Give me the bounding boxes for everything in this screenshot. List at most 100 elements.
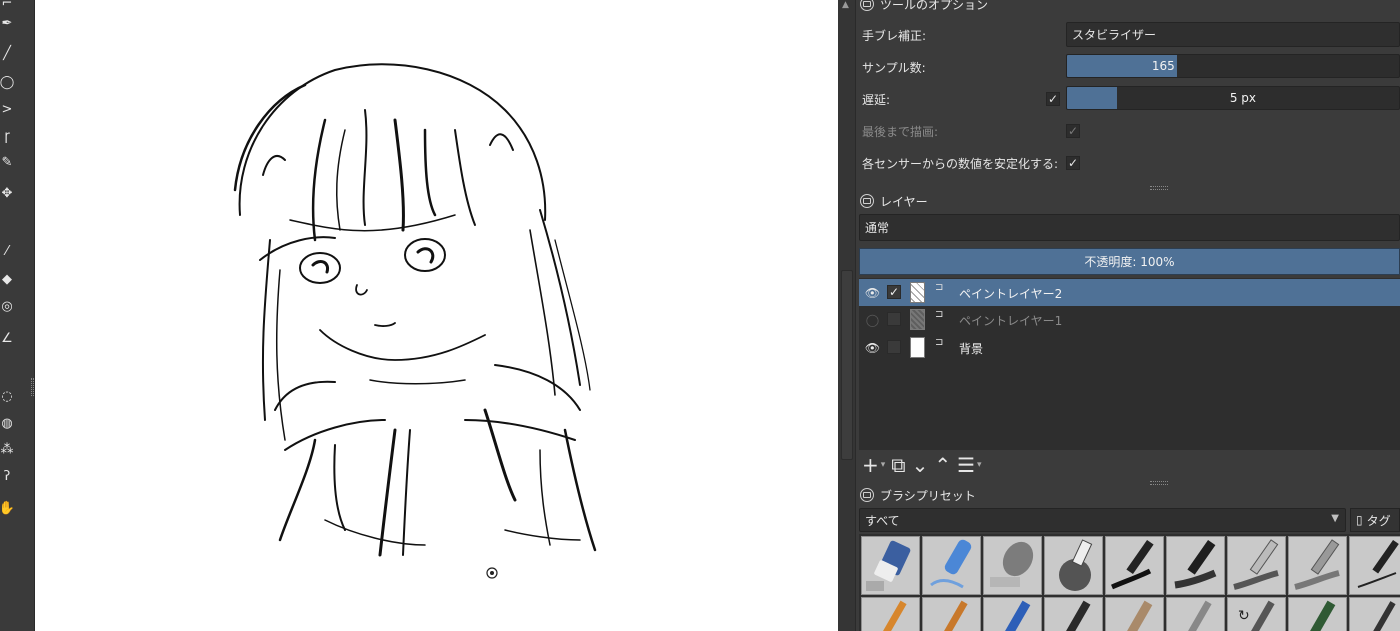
preset-filter-value: すべて — [865, 513, 900, 528]
layer-list: 👁 ✓ ⊐ ペイントレイヤー2 ◯ ⊐ ペイントレイヤー1 👁 ⊐ 背景 — [859, 278, 1400, 450]
paint-layer-type-icon: ⊐ — [935, 337, 944, 348]
preset-pen-silver-icon[interactable] — [1166, 597, 1225, 631]
tool-options-title: ツールのオプション — [860, 0, 988, 13]
tool-ellipse-icon[interactable]: ◯ — [0, 73, 14, 91]
scrollbar-thumb[interactable] — [841, 270, 853, 460]
preset-eraser-blur-icon[interactable] — [983, 536, 1042, 595]
opacity-slider[interactable]: 不透明度: 100% — [859, 248, 1400, 275]
tool-shape-icon[interactable]: ⌐ — [0, 0, 14, 12]
layer-checkbox[interactable] — [887, 340, 901, 354]
preset-marker-icon[interactable] — [1166, 536, 1225, 595]
add-layer-dropdown-icon[interactable]: ▾ — [881, 460, 886, 470]
tool-freehand-path-icon[interactable]: ✎ — [0, 153, 14, 171]
chevron-up-icon[interactable]: ⌃ — [934, 453, 951, 477]
preset-pencil-tan-icon[interactable] — [1105, 597, 1164, 631]
smoothing-combo[interactable]: スタビライザー — [1066, 22, 1400, 47]
layer-toolbar: + ▾ ⧉ ⌄ ⌃ ☰ ▾ — [862, 453, 982, 477]
layer-thumbnail — [910, 282, 925, 303]
sample-label: サンプル数: — [862, 61, 926, 75]
chevron-down-icon[interactable]: ⌄ — [912, 453, 929, 477]
layer-checkbox[interactable]: ✓ — [887, 285, 901, 299]
tool-polyline-icon[interactable]: > — [0, 100, 14, 118]
layers-title: レイヤー — [860, 192, 928, 210]
preset-pencil-dark-icon[interactable] — [1044, 597, 1103, 631]
toolbox: ⌐ ✒ ╱ ◯ > ɼ ✎ ✥ ⁄ ◆ ◎ ∠ ◌ ◍ ⁂ ʔ ✋ — [0, 0, 35, 631]
delay-label: 遅延: — [862, 93, 891, 107]
layer-name[interactable]: ペイントレイヤー2 — [959, 285, 1062, 302]
blend-mode-combo[interactable]: 通常 — [859, 214, 1400, 241]
preset-airbrush-icon[interactable] — [1044, 536, 1103, 595]
lock-icon[interactable] — [860, 0, 874, 11]
tool-line-icon[interactable]: ╱ — [0, 44, 14, 62]
brush-presets-title-text: ブラシプリセット — [880, 488, 976, 503]
preset-pencil-green-icon[interactable] — [1288, 597, 1347, 631]
toolbox-resize-grip[interactable] — [31, 378, 34, 396]
tool-freehand-select-icon[interactable]: ◍ — [0, 414, 14, 432]
preset-ink-pen-icon[interactable] — [1105, 536, 1164, 595]
layer-row[interactable]: 👁 ⊐ 背景 — [859, 334, 1400, 361]
tool-move-icon[interactable]: ✥ — [0, 184, 14, 202]
sample-slider-value: 165 — [1151, 59, 1175, 73]
preset-brush-wood-icon[interactable] — [922, 597, 981, 631]
eye-icon[interactable]: 👁 — [865, 285, 880, 300]
layer-name[interactable]: 背景 — [959, 340, 983, 357]
brush-presets-grid: ↻ — [859, 534, 1400, 631]
opacity-value: 不透明度: 100% — [1084, 255, 1175, 269]
eye-icon[interactable]: ◯ — [865, 312, 880, 327]
layer-name[interactable]: ペイントレイヤー1 — [959, 312, 1062, 329]
preset-brush-orange-icon[interactable] — [861, 597, 920, 631]
tool-pen-icon[interactable]: ✒ — [0, 14, 14, 32]
layer-row[interactable]: 👁 ✓ ⊐ ペイントレイヤー2 — [859, 279, 1400, 306]
properties-dropdown-icon[interactable]: ▾ — [977, 460, 982, 470]
preset-pencil-soft-icon[interactable] — [1227, 536, 1286, 595]
preset-pencil-refresh-icon[interactable]: ↻ — [1227, 597, 1286, 631]
tool-options-title-text: ツールのオプション — [880, 0, 989, 12]
stabilize-label: 各センサーからの数値を安定化する: — [862, 157, 1059, 171]
blend-mode-value: 通常 — [865, 221, 890, 235]
paint-layer-type-icon: ⊐ — [935, 309, 944, 320]
tag-button[interactable]: ▯ タグ — [1350, 508, 1400, 532]
finish-label: 最後まで描画: — [862, 125, 939, 139]
dock-scrollbar[interactable]: ▲ — [838, 0, 856, 631]
svg-text:↻: ↻ — [1238, 608, 1250, 624]
scroll-up-arrow-icon[interactable]: ▲ — [842, 0, 849, 10]
chevron-down-icon: ▼ — [1331, 513, 1339, 524]
tool-ellipse-select-icon[interactable]: ◌ — [0, 387, 14, 405]
lock-icon[interactable] — [860, 488, 874, 502]
tool-options-resize-grip[interactable] — [1150, 186, 1168, 190]
layer-row[interactable]: ◯ ⊐ ペイントレイヤー1 — [859, 306, 1400, 333]
duplicate-icon[interactable]: ⧉ — [891, 453, 905, 477]
tool-eyedropper-icon[interactable]: ⁄ — [0, 242, 14, 260]
preset-eraser-icon[interactable] — [861, 536, 920, 595]
layers-resize-grip[interactable] — [1150, 481, 1168, 485]
tool-bezier-icon[interactable]: ɼ — [0, 127, 14, 145]
layers-title-text: レイヤー — [880, 194, 928, 209]
tool-magnetic-select-icon[interactable]: ʔ — [0, 467, 14, 485]
preset-pencil-blue-icon[interactable] — [983, 597, 1042, 631]
tool-similar-select-icon[interactable]: ⁂ — [0, 440, 14, 458]
tool-measure-icon[interactable]: ∠ — [0, 329, 14, 347]
layer-thumbnail — [910, 309, 925, 330]
tool-fill-icon[interactable]: ◆ — [0, 270, 14, 288]
tool-assistant-icon[interactable]: ◎ — [0, 297, 14, 315]
finish-checkbox[interactable]: ✓ — [1066, 124, 1080, 138]
preset-eraser-soft-icon[interactable] — [922, 536, 981, 595]
preset-fineliner-icon[interactable] — [1349, 536, 1400, 595]
stabilize-checkbox[interactable]: ✓ — [1066, 156, 1080, 170]
paint-layer-type-icon: ⊐ — [935, 282, 944, 293]
eye-icon[interactable]: 👁 — [865, 340, 880, 355]
sample-slider[interactable]: 165 — [1066, 54, 1400, 78]
lock-icon[interactable] — [860, 194, 874, 208]
sliders-icon[interactable]: ☰ — [957, 453, 975, 477]
tool-pan-icon[interactable]: ✋ — [0, 499, 14, 517]
smoothing-label: 手ブレ補正: — [862, 29, 927, 43]
preset-pencil-grey-icon[interactable] — [1288, 536, 1347, 595]
canvas[interactable] — [35, 0, 838, 631]
layer-checkbox[interactable] — [887, 312, 901, 326]
smoothing-combo-value: スタビライザー — [1072, 28, 1157, 42]
preset-pencil-thin-icon[interactable] — [1349, 597, 1400, 631]
delay-checkbox[interactable]: ✓ — [1046, 92, 1060, 106]
plus-icon[interactable]: + — [862, 453, 879, 477]
delay-slider[interactable]: 5 px — [1066, 86, 1400, 110]
preset-filter-combo[interactable]: すべて ▼ — [859, 508, 1346, 532]
